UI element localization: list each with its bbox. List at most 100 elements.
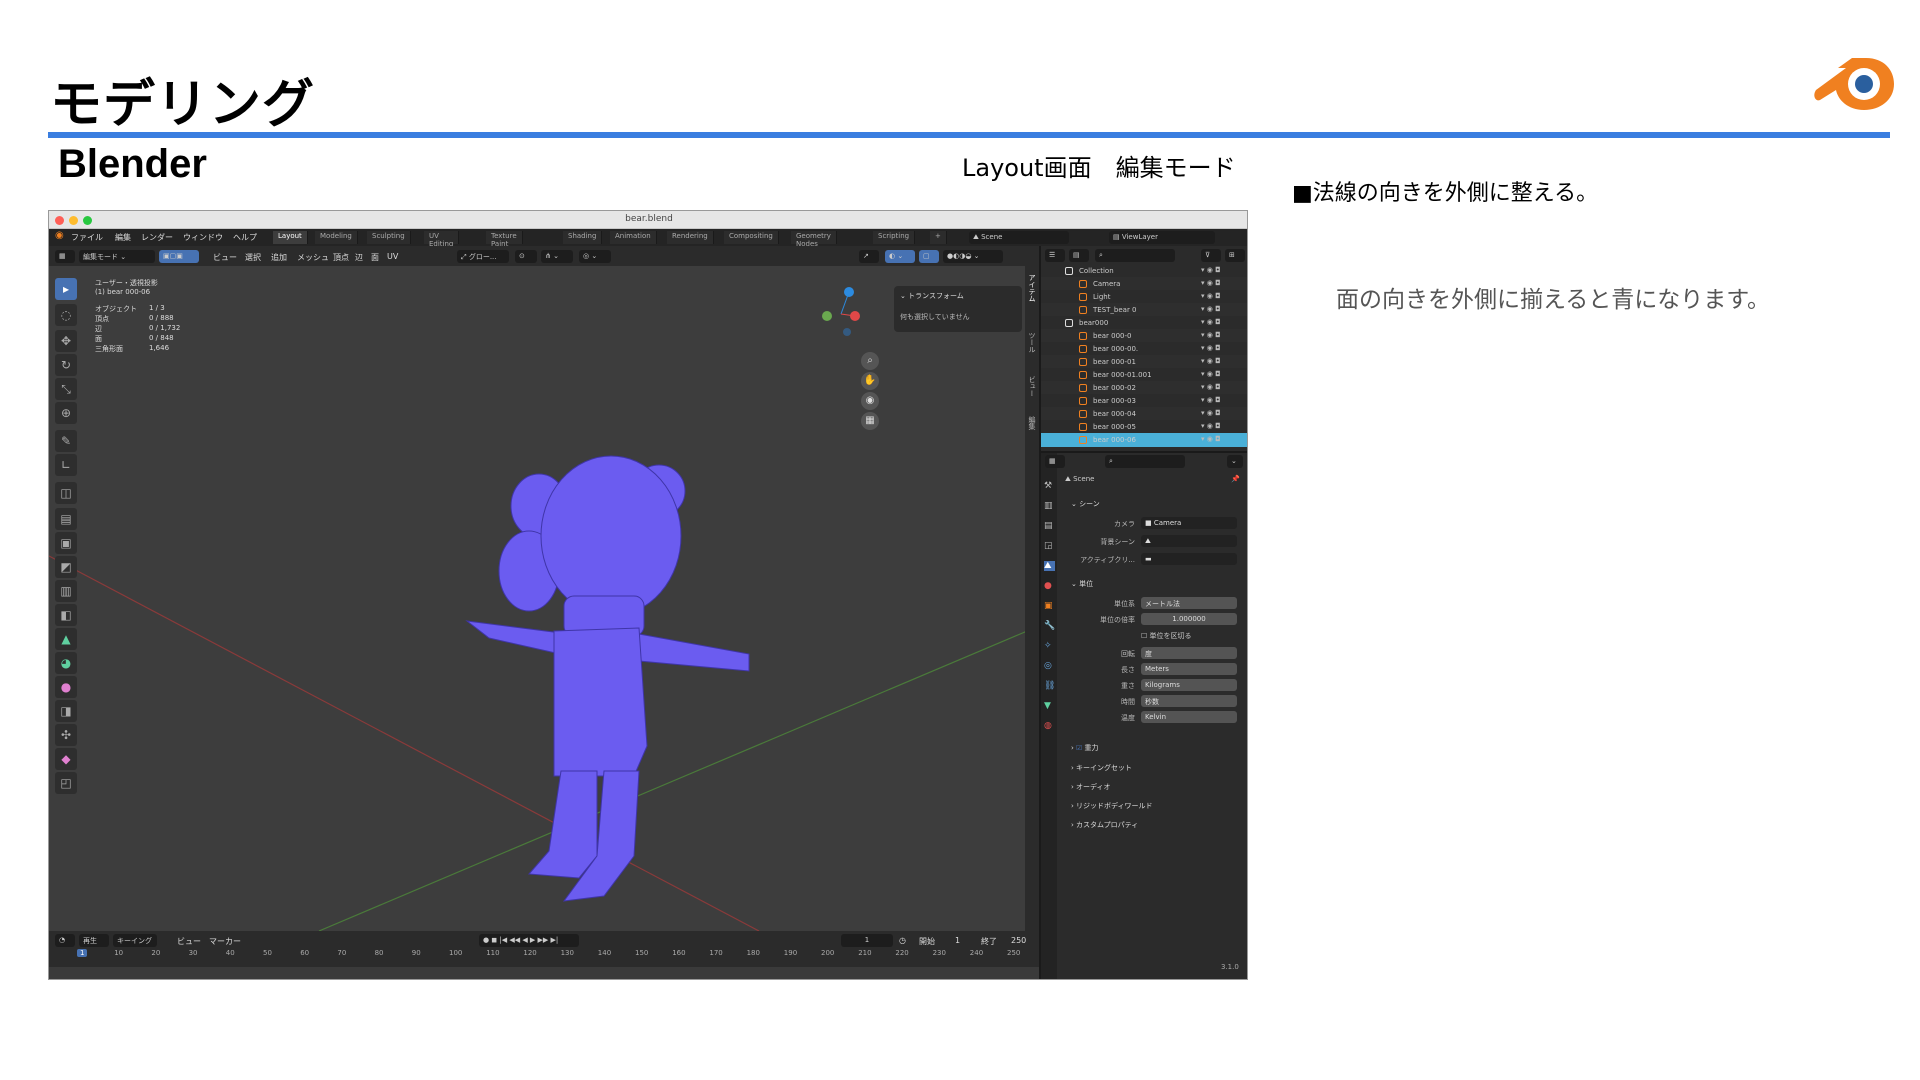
zoom-icon[interactable]: ⌕ xyxy=(861,352,879,370)
inset-tool[interactable]: ▣ xyxy=(55,532,77,554)
workspace-tab-geometry-nodes[interactable]: Geometry Nodes xyxy=(791,231,837,248)
outliner-row[interactable]: bear 000-05 ▾ ◉ ◘ xyxy=(1041,420,1247,434)
length-dropdown[interactable]: Meters xyxy=(1141,663,1237,675)
gizmo-toggle-icon[interactable]: ↗ xyxy=(859,250,879,263)
visibility-toggles-icon[interactable]: ▾ ◉ ◘ xyxy=(1201,266,1221,274)
visibility-toggles-icon[interactable]: ▾ ◉ ◘ xyxy=(1201,357,1221,365)
pan-hand-icon[interactable]: ✋ xyxy=(861,372,879,390)
menu-window[interactable]: ウィンドウ xyxy=(183,232,223,243)
timeline-track[interactable] xyxy=(49,967,1039,979)
workspace-tab-layout[interactable]: Layout xyxy=(273,231,308,244)
outliner-row[interactable]: bear 000-06 ▾ ◉ ◘ xyxy=(1041,433,1247,447)
visibility-toggles-icon[interactable]: ▾ ◉ ◘ xyxy=(1201,279,1221,287)
shear-tool[interactable]: ◆ xyxy=(55,748,77,770)
cursor-tool[interactable]: ◌ xyxy=(55,304,77,326)
workspace-tab-animation[interactable]: Animation xyxy=(610,231,657,244)
edge-slide-tool[interactable]: ◨ xyxy=(55,700,77,722)
outliner-row[interactable]: bear 000-02 ▾ ◉ ◘ xyxy=(1041,381,1247,395)
outliner-row[interactable]: Light ▾ ◉ ◘ xyxy=(1041,290,1247,304)
workspace-tab-compositing[interactable]: Compositing xyxy=(724,231,779,244)
tool-props-icon[interactable]: ⚒ xyxy=(1044,481,1052,491)
header-menu-vertex[interactable]: 頂点 xyxy=(333,252,349,263)
separate-units-checkbox[interactable]: ☐ 単位を区切る xyxy=(1141,631,1192,641)
modifier-props-icon[interactable]: 🔧 xyxy=(1044,621,1055,631)
spin-tool[interactable]: ◕ xyxy=(55,652,77,674)
pivot-icon[interactable]: ⊙ xyxy=(515,250,537,263)
workspace-tab-scripting[interactable]: Scripting xyxy=(873,231,916,244)
material-props-icon[interactable]: ◍ xyxy=(1044,721,1052,731)
visibility-toggles-icon[interactable]: ▾ ◉ ◘ xyxy=(1201,318,1221,326)
temperature-dropdown[interactable]: Kelvin xyxy=(1141,711,1237,723)
menu-file[interactable]: ファイル xyxy=(71,232,103,243)
properties-options-icon[interactable]: ⌄ xyxy=(1227,455,1243,468)
outliner-row[interactable]: Camera ▾ ◉ ◘ xyxy=(1041,277,1247,291)
physics-props-icon[interactable]: ◎ xyxy=(1044,661,1052,671)
outliner-row[interactable]: bear 000-04 ▾ ◉ ◘ xyxy=(1041,407,1247,421)
active-clip-field[interactable]: ▬ xyxy=(1141,553,1237,565)
transform-panel-header[interactable]: ⌄ トランスフォーム xyxy=(900,291,964,301)
camera-field[interactable]: ■ Camera xyxy=(1141,517,1237,529)
visibility-toggles-icon[interactable]: ▾ ◉ ◘ xyxy=(1201,370,1221,378)
tab-view[interactable]: ビュー xyxy=(1027,376,1037,397)
workspace-tab-texture-paint[interactable]: Texture Paint xyxy=(486,231,523,248)
world-props-icon[interactable]: ● xyxy=(1044,581,1052,591)
custom-properties-section-header[interactable]: › カスタムプロパティ xyxy=(1071,820,1138,830)
loop-cut-tool[interactable]: ▥ xyxy=(55,580,77,602)
add-workspace-button[interactable]: + xyxy=(930,231,947,244)
rotate-tool[interactable]: ↻ xyxy=(55,354,77,376)
visibility-toggles-icon[interactable]: ▾ ◉ ◘ xyxy=(1201,344,1221,352)
view-layer-props-icon[interactable]: ◲ xyxy=(1044,541,1053,551)
outliner-row[interactable]: bear 000-0 ▾ ◉ ◘ xyxy=(1041,329,1247,343)
header-menu-edge[interactable]: 辺 xyxy=(355,252,363,263)
shrink-fatten-tool[interactable]: ✣ xyxy=(55,724,77,746)
header-menu-uv[interactable]: UV xyxy=(387,252,398,261)
tab-tool[interactable]: ツール xyxy=(1027,332,1037,353)
viewlayer-selector[interactable]: ▤ ViewLayer xyxy=(1109,231,1215,244)
audio-section-header[interactable]: › オーディオ xyxy=(1071,782,1111,792)
outliner-row[interactable]: bear 000-03 ▾ ◉ ◘ xyxy=(1041,394,1247,408)
object-props-icon[interactable]: ▣ xyxy=(1044,601,1053,611)
outliner-row[interactable]: bear 000-00. ▾ ◉ ◘ xyxy=(1041,342,1247,356)
header-menu-view[interactable]: ビュー xyxy=(213,252,237,263)
properties-search-input[interactable]: ⌕ xyxy=(1105,455,1185,468)
workspace-tab-modeling[interactable]: Modeling xyxy=(315,231,358,244)
workspace-tab-sculpting[interactable]: Sculpting xyxy=(367,231,411,244)
3d-viewport[interactable]: ▸ ◌ ✥ ↻ ⤡ ⊕ ✎ ∟ ◫ ▤ ▣ ◩ ▥ ◧ ▲ ◕ ● ◨ ✣ ◆ xyxy=(49,266,1039,931)
header-menu-select[interactable]: 選択 xyxy=(245,252,261,263)
output-props-icon[interactable]: ▤ xyxy=(1044,521,1053,531)
unit-scale-field[interactable]: 1.000000 xyxy=(1141,613,1237,625)
workspace-tab-rendering[interactable]: Rendering xyxy=(667,231,714,244)
bevel-tool[interactable]: ◩ xyxy=(55,556,77,578)
visibility-toggles-icon[interactable]: ▾ ◉ ◘ xyxy=(1201,422,1221,430)
annotate-tool[interactable]: ✎ xyxy=(55,430,77,452)
properties-editor-icon[interactable]: ▦ xyxy=(1045,455,1065,468)
visibility-toggles-icon[interactable]: ▾ ◉ ◘ xyxy=(1201,305,1221,313)
visibility-toggles-icon[interactable]: ▾ ◉ ◘ xyxy=(1201,435,1221,443)
visibility-toggles-icon[interactable]: ▾ ◉ ◘ xyxy=(1201,292,1221,300)
background-scene-field[interactable]: ⛰ xyxy=(1141,535,1237,547)
xray-toggle-icon[interactable]: ▢ xyxy=(919,250,939,263)
menu-edit[interactable]: 編集 xyxy=(115,232,131,243)
blender-menu-icon[interactable]: ◉ xyxy=(55,230,64,241)
visibility-toggles-icon[interactable]: ▾ ◉ ◘ xyxy=(1201,331,1221,339)
menu-render[interactable]: レンダー xyxy=(141,232,173,243)
rotation-dropdown[interactable]: 度 xyxy=(1141,647,1237,659)
visibility-toggles-icon[interactable]: ▾ ◉ ◘ xyxy=(1201,383,1221,391)
camera-view-icon[interactable]: ◉ xyxy=(861,392,879,410)
editor-type-button[interactable]: ▦ xyxy=(55,250,75,263)
transform-orientation[interactable]: ⤢ グロー... xyxy=(457,250,509,263)
display-mode-icon[interactable]: ▤ xyxy=(1069,249,1089,262)
outliner-row[interactable]: Collection ▾ ◉ ◘ xyxy=(1041,264,1247,278)
mass-dropdown[interactable]: Kilograms xyxy=(1141,679,1237,691)
outliner-editor-icon[interactable]: ☰ xyxy=(1045,249,1065,262)
perspective-grid-icon[interactable]: ▦ xyxy=(861,412,879,430)
snap-icon[interactable]: ⋔ ⌄ xyxy=(541,250,573,263)
scene-selector[interactable]: ⛰ Scene xyxy=(969,231,1069,244)
transform-tool[interactable]: ⊕ xyxy=(55,402,77,424)
render-props-icon[interactable]: ▥ xyxy=(1044,501,1053,511)
add-cube-tool[interactable]: ◫ xyxy=(55,482,77,504)
menu-help[interactable]: ヘルプ xyxy=(233,232,257,243)
header-menu-face[interactable]: 面 xyxy=(371,252,379,263)
data-props-icon[interactable]: ▼ xyxy=(1044,701,1051,711)
proportional-edit-icon[interactable]: ◎ ⌄ xyxy=(579,250,611,263)
